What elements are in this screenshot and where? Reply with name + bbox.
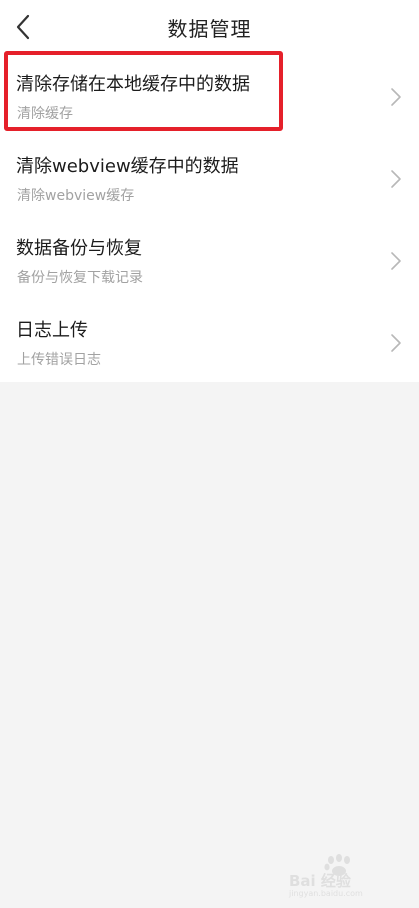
list-item-log-upload[interactable]: 日志上传 上传错误日志: [0, 300, 419, 382]
list-item-title: 清除存储在本地缓存中的数据: [16, 74, 250, 95]
list-item-title: 数据备份与恢复: [16, 238, 142, 259]
list-item-backup-restore[interactable]: 数据备份与恢复 备份与恢复下载记录: [0, 218, 419, 300]
list-item-subtitle: 备份与恢复下载记录: [17, 270, 143, 286]
list-item-clear-webview-cache[interactable]: 清除webview缓存中的数据 清除webview缓存: [0, 136, 419, 218]
list-item-subtitle: 上传错误日志: [17, 352, 101, 368]
list-item-subtitle: 清除缓存: [17, 106, 73, 122]
chevron-right-icon: [391, 334, 401, 352]
list-item-title: 清除webview缓存中的数据: [16, 156, 239, 177]
settings-list: 清除存储在本地缓存中的数据 清除缓存 清除webview缓存中的数据 清除web…: [0, 54, 419, 382]
list-item-clear-local-cache[interactable]: 清除存储在本地缓存中的数据 清除缓存: [0, 54, 419, 136]
baidu-jingyan-watermark: Bai 经验 jingyan.baidu.com: [288, 854, 363, 898]
watermark-text: Bai 经验: [289, 872, 352, 890]
chevron-right-icon: [391, 88, 401, 106]
chevron-right-icon: [391, 252, 401, 270]
list-item-subtitle: 清除webview缓存: [17, 188, 135, 204]
top-bar: 数据管理: [0, 0, 419, 54]
chevron-right-icon: [391, 170, 401, 188]
page-title: 数据管理: [167, 17, 252, 41]
watermark-subtext: jingyan.baidu.com: [288, 889, 363, 898]
list-item-title: 日志上传: [16, 320, 88, 341]
